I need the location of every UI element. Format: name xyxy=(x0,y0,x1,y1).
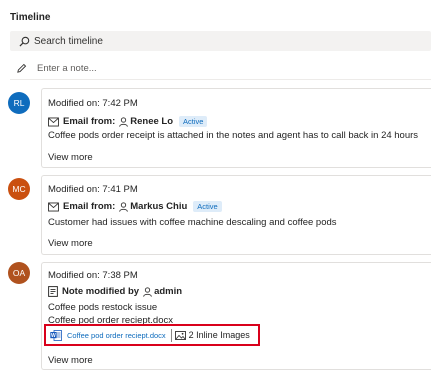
image-icon xyxy=(174,330,186,340)
view-more-link[interactable]: View more xyxy=(48,238,93,249)
attachment-divider xyxy=(170,328,172,342)
view-more-link[interactable]: View more xyxy=(48,355,93,366)
attachment-file-name: Coffee pod order reciept.docx xyxy=(67,330,166,340)
status-badge: Active xyxy=(179,116,208,127)
search-timeline-button[interactable]: Search timeline xyxy=(10,31,431,51)
note-line-1: Coffee pods restock issue xyxy=(48,302,158,313)
enter-note-field[interactable]: Enter a note... xyxy=(10,58,431,80)
attachments-row: W Coffee pod order reciept.docx 2 Inline… xyxy=(44,324,260,346)
timeline-title: Timeline xyxy=(10,12,51,23)
person-icon xyxy=(119,116,129,127)
modifier-name[interactable]: admin xyxy=(154,286,182,297)
avatar: MC xyxy=(8,178,30,200)
email-from-label: Email from: xyxy=(63,201,116,212)
modified-on: Modified on: 7:41 PM xyxy=(48,184,138,195)
email-icon xyxy=(48,202,59,212)
item-description: Customer had issues with coffee machine … xyxy=(48,217,337,228)
pencil-icon xyxy=(14,62,28,76)
modified-on: Modified on: 7:38 PM xyxy=(48,270,138,281)
sender-name[interactable]: Markus Chiu xyxy=(130,201,187,212)
modified-on: Modified on: 7:42 PM xyxy=(48,98,138,109)
avatar: OA xyxy=(8,262,30,284)
svg-text:W: W xyxy=(51,333,56,339)
note-modified-row: Note modified by admin xyxy=(48,286,182,297)
timeline-item[interactable]: Modified on: 7:38 PM Note modified by ad… xyxy=(41,262,431,370)
view-more-link[interactable]: View more xyxy=(48,152,93,163)
item-description: Coffee pods order receipt is attached in… xyxy=(48,130,419,141)
timeline-item[interactable]: Modified on: 7:42 PM Email from: Renee L… xyxy=(41,88,431,168)
inline-images-label: 2 Inline Images xyxy=(188,330,250,340)
email-from-row: Email from: Markus Chiu Active xyxy=(48,201,222,212)
note-modified-label: Note modified by xyxy=(62,286,140,297)
sender-name[interactable]: Renee Lo xyxy=(130,116,173,127)
email-from-row: Email from: Renee Lo Active xyxy=(48,116,208,127)
search-timeline-label: Search timeline xyxy=(34,35,103,47)
status-badge: Active xyxy=(193,201,222,212)
word-doc-icon: W xyxy=(50,329,62,341)
person-icon xyxy=(119,201,129,212)
search-icon xyxy=(17,34,31,48)
timeline-item[interactable]: Modified on: 7:41 PM Email from: Markus … xyxy=(41,175,431,255)
enter-note-placeholder: Enter a note... xyxy=(37,63,97,74)
email-from-label: Email from: xyxy=(63,116,116,127)
note-icon xyxy=(48,286,58,297)
email-icon xyxy=(48,117,59,127)
inline-images-chip[interactable]: 2 Inline Images xyxy=(174,330,250,340)
attachment-file-chip[interactable]: W Coffee pod order reciept.docx xyxy=(46,328,166,342)
person-icon xyxy=(143,286,152,297)
avatar: RL xyxy=(8,92,30,114)
